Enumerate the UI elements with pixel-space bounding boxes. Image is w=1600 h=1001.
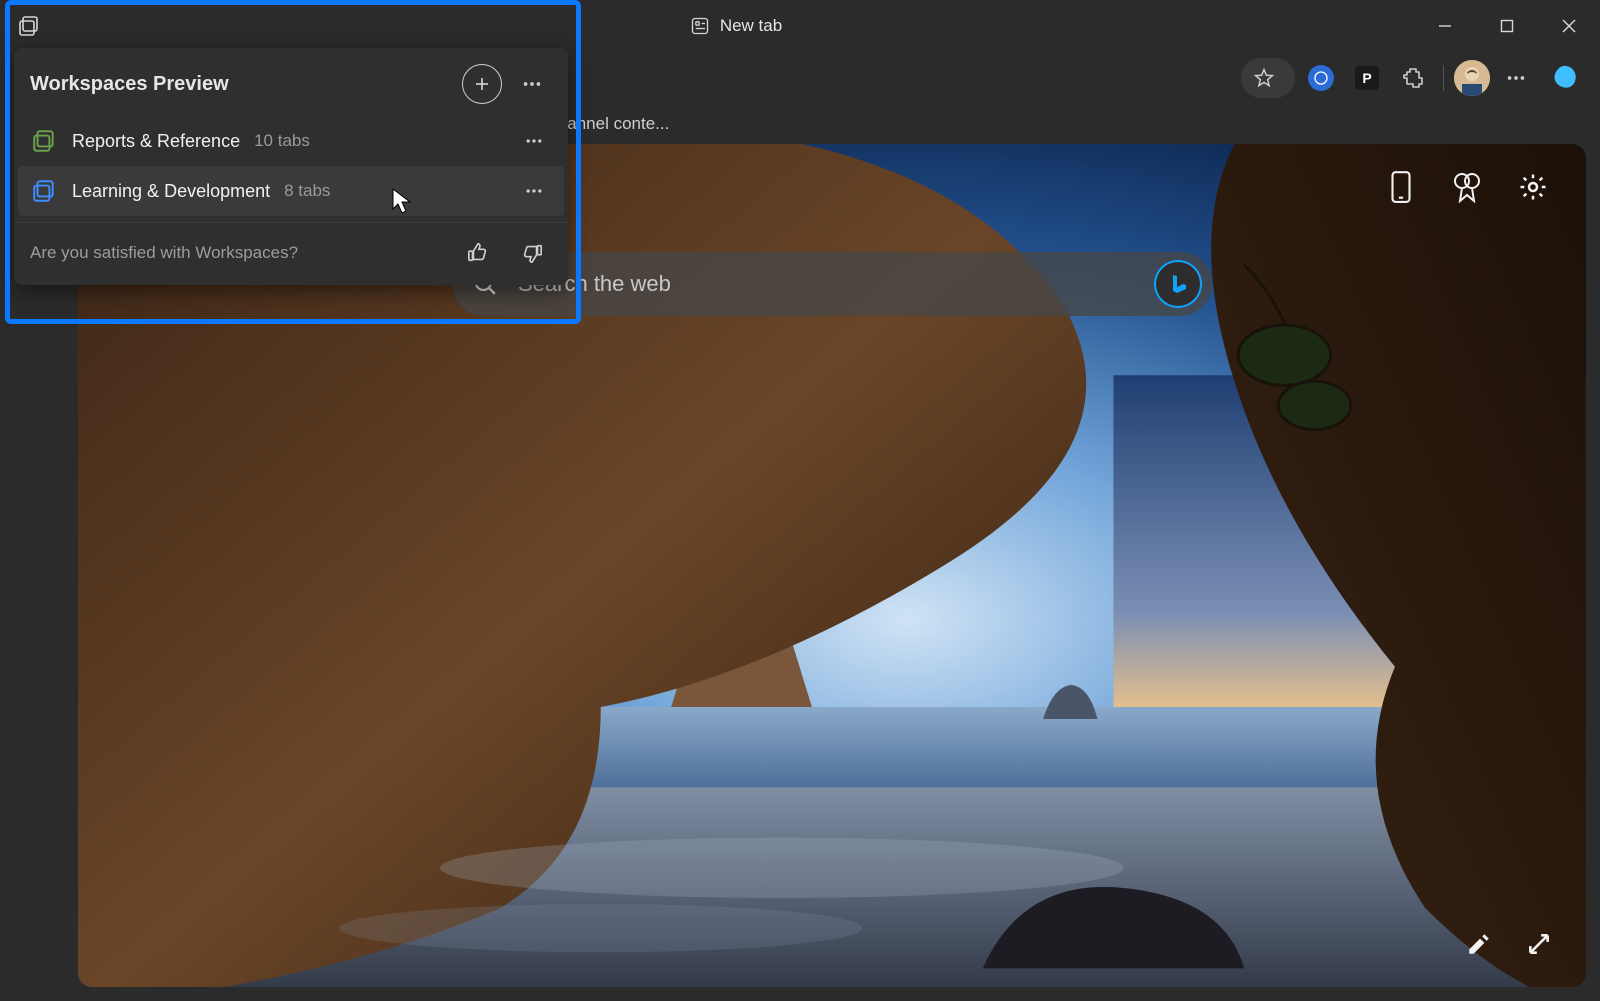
address-bar-actions xyxy=(1241,58,1295,98)
workspace-tab-count: 8 tabs xyxy=(284,181,330,201)
new-tab-icon xyxy=(690,16,710,36)
workspace-item-reports[interactable]: Reports & Reference 10 tabs xyxy=(14,116,568,166)
workspace-name: Learning & Development xyxy=(72,181,270,202)
tab-strip: New tab xyxy=(58,0,1414,52)
mobile-icon[interactable] xyxy=(1382,168,1420,206)
extension-p-button[interactable]: P xyxy=(1347,58,1387,98)
profile-avatar[interactable] xyxy=(1454,60,1490,96)
workspace-icon xyxy=(30,177,58,205)
workspaces-title: Workspaces Preview xyxy=(30,73,452,96)
tab-label: New tab xyxy=(720,16,782,36)
feedback-thumbs-up-button[interactable] xyxy=(458,233,498,273)
workspace-tab-count: 10 tabs xyxy=(254,131,310,151)
maximize-button[interactable] xyxy=(1476,0,1538,52)
workspaces-feedback-text: Are you satisfied with Workspaces? xyxy=(30,243,444,263)
workspace-icon xyxy=(30,127,58,155)
close-button[interactable] xyxy=(1538,0,1600,52)
workspaces-add-button[interactable] xyxy=(462,64,502,104)
ntp-bottom-controls xyxy=(1460,925,1558,963)
feedback-thumbs-down-button[interactable] xyxy=(512,233,552,273)
workspace-name: Reports & Reference xyxy=(72,131,240,152)
search-input[interactable] xyxy=(518,271,1134,297)
settings-more-button[interactable] xyxy=(1496,58,1536,98)
extensions-button[interactable] xyxy=(1393,58,1433,98)
window-controls xyxy=(1414,0,1600,52)
workspaces-header: Workspaces Preview xyxy=(14,60,568,116)
workspace-item-more-button[interactable] xyxy=(516,173,552,209)
tab-newtab[interactable]: New tab xyxy=(672,6,800,46)
extension-circle-button[interactable] xyxy=(1301,58,1341,98)
bing-chat-button[interactable] xyxy=(1154,260,1202,308)
workspaces-popup: Workspaces Preview Reports & Reference 1… xyxy=(14,48,568,285)
workspaces-feedback-row: Are you satisfied with Workspaces? xyxy=(14,222,568,275)
page-settings-icon[interactable] xyxy=(1514,168,1552,206)
workspaces-launcher-button[interactable] xyxy=(0,0,58,52)
copilot-button[interactable] xyxy=(1542,58,1590,98)
rewards-icon[interactable] xyxy=(1448,168,1486,206)
expand-icon[interactable] xyxy=(1520,925,1558,963)
favorite-button[interactable] xyxy=(1247,61,1281,95)
toolbar-divider xyxy=(1443,65,1444,91)
edit-background-icon[interactable] xyxy=(1460,925,1498,963)
workspace-item-more-button[interactable] xyxy=(516,123,552,159)
ntp-top-controls xyxy=(1382,168,1552,206)
workspaces-more-button[interactable] xyxy=(512,64,552,104)
titlebar: New tab xyxy=(0,0,1600,52)
minimize-button[interactable] xyxy=(1414,0,1476,52)
workspace-item-learning[interactable]: Learning & Development 8 tabs xyxy=(18,166,564,216)
